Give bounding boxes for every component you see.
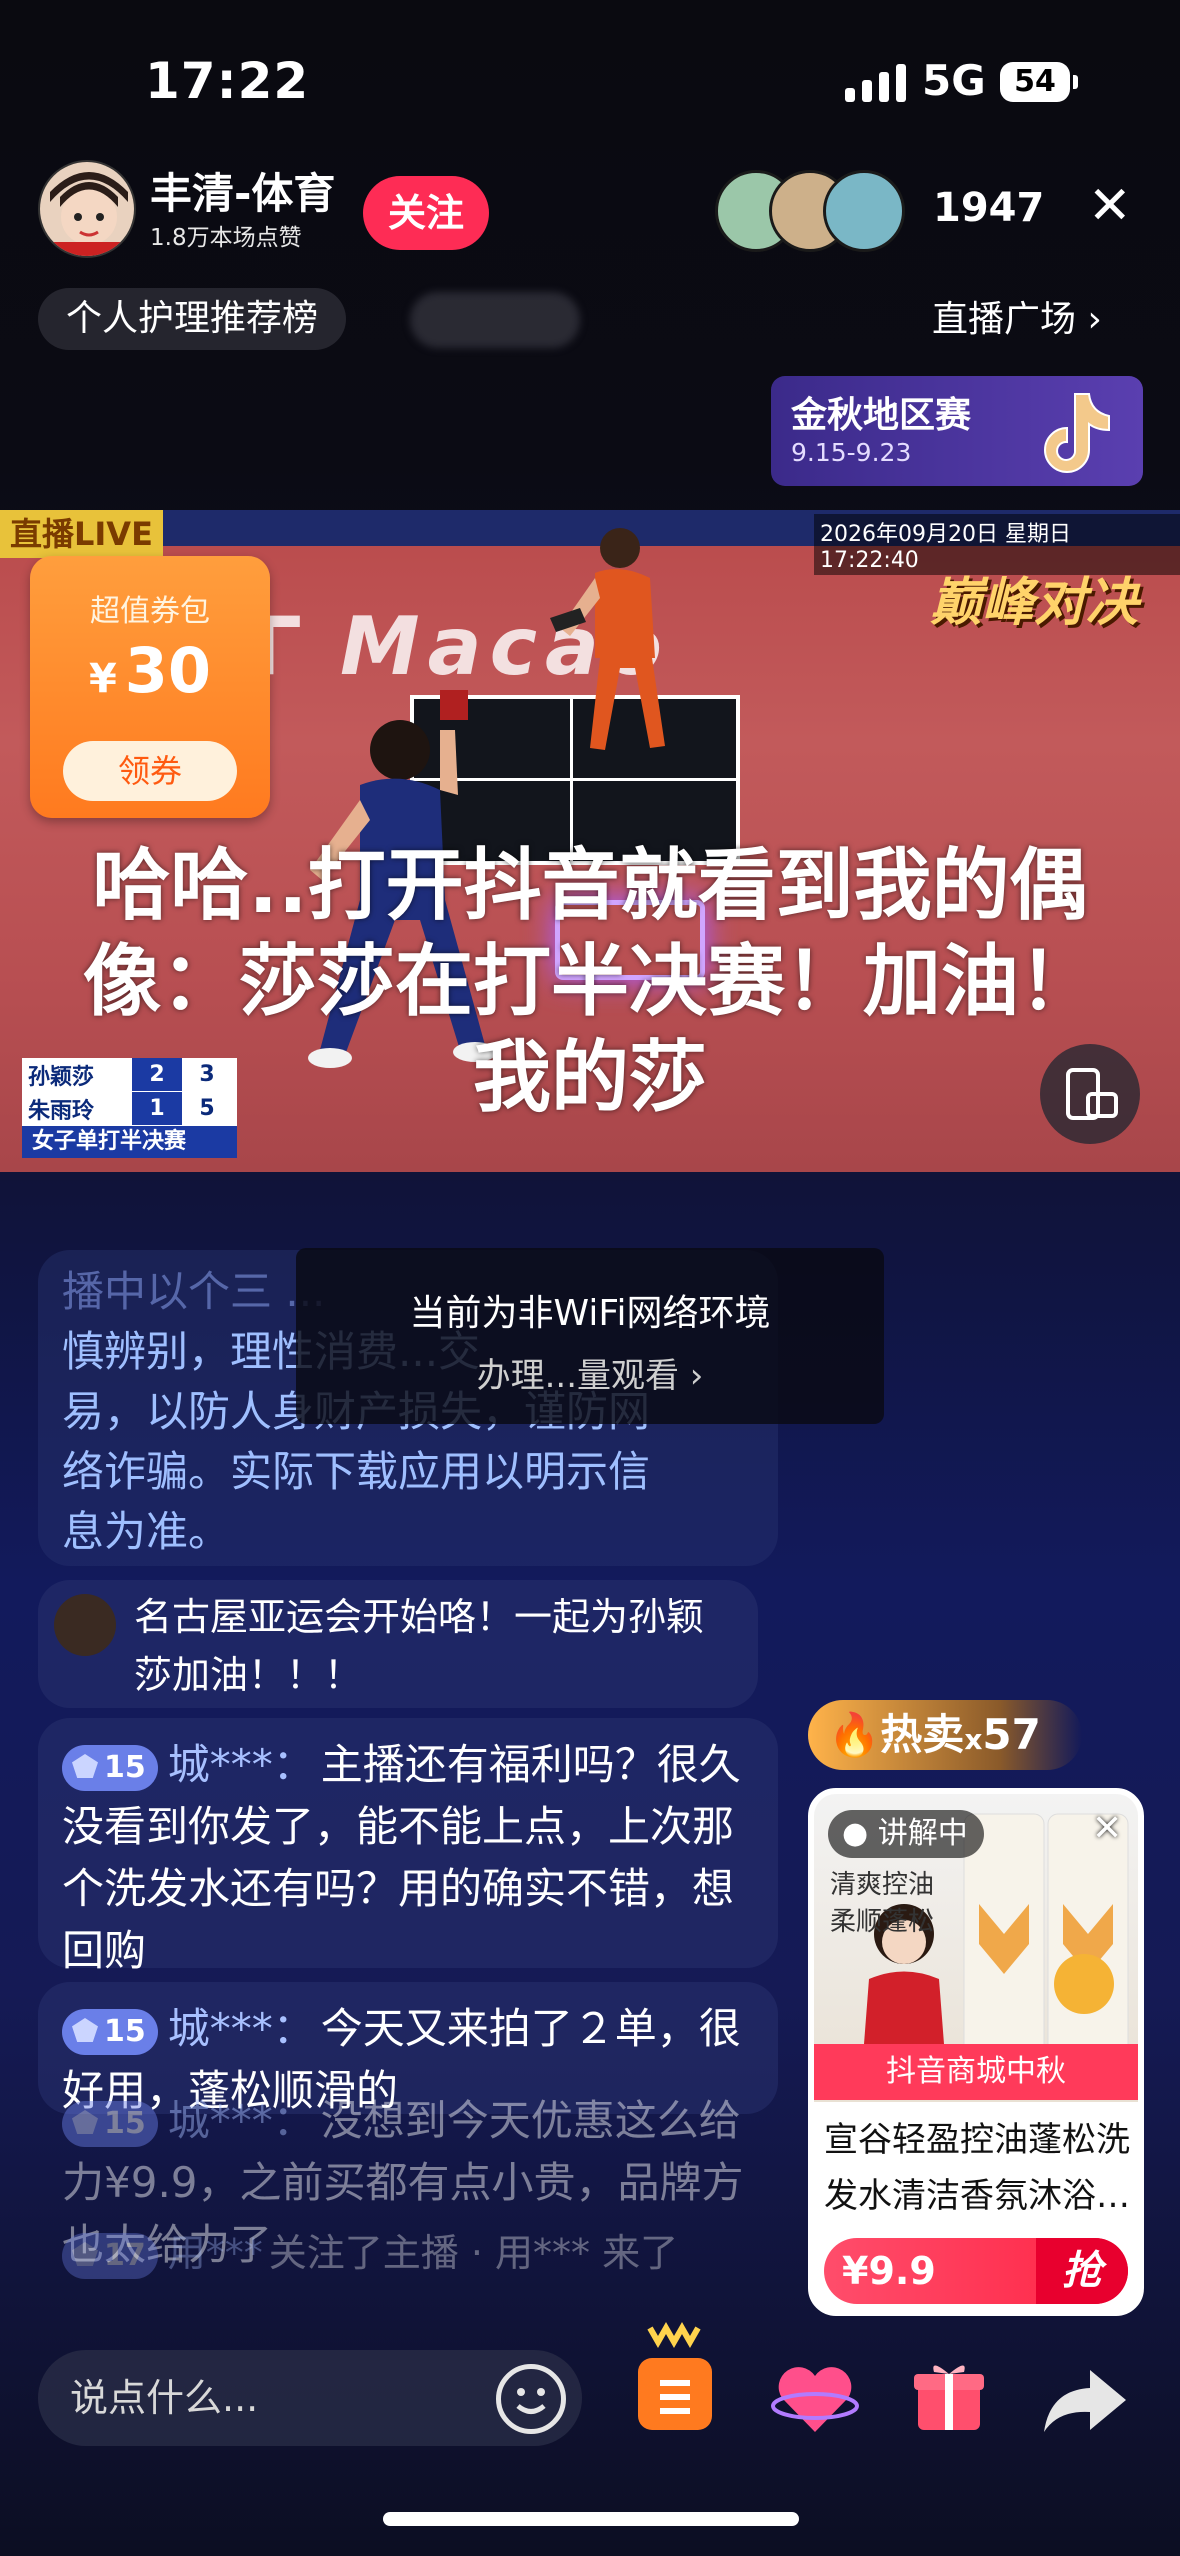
host-name[interactable]: 丰清-体育 <box>150 160 335 221</box>
product-pack-text: 清爽控油 柔顺蓬松 <box>830 1870 935 1937</box>
product-card[interactable]: 清爽控油 柔顺蓬松 ● 讲解中 ✕ 抖音商城中秋 宣谷轻盈控油蓬松洗发水清洁香氛… <box>808 1788 1144 2316</box>
floating-comment: 哈哈..打开抖音就看到我的偶像：莎莎在打半决赛！加油！我的莎 <box>82 841 1097 1123</box>
blurred-chip <box>410 292 580 348</box>
buy-button[interactable]: ¥9.9 抢 <box>824 2238 1128 2304</box>
level-number: 17 <box>104 2237 146 2273</box>
follow-button[interactable]: 关注 <box>363 176 489 250</box>
viewer-count[interactable]: 1947 <box>933 185 1044 231</box>
heart-icon[interactable] <box>770 2354 860 2444</box>
notice-line: 息为准。 <box>62 1507 231 1556</box>
shopping-cart-icon[interactable] <box>620 2318 730 2448</box>
gift-icon[interactable] <box>910 2358 988 2436</box>
level-badge: 15 <box>62 2100 158 2147</box>
explaining-label: 讲解中 <box>877 1816 968 1851</box>
viewer-avatars[interactable] <box>715 170 905 252</box>
mall-tag: 抖音商城中秋 <box>814 2044 1138 2100</box>
level-number: 15 <box>104 2105 146 2141</box>
host-avatar[interactable] <box>38 160 136 258</box>
hot-sale-label: 热卖 <box>880 1710 965 1759</box>
share-icon[interactable] <box>1040 2360 1130 2440</box>
hot-sale-badge: 🔥热卖x57 <box>808 1700 1082 1770</box>
comment-user: 城***： <box>167 2096 315 2145</box>
rank-list-pill[interactable]: 个人护理推荐榜 <box>38 288 347 350</box>
live-tag: 直播LIVE <box>0 510 163 558</box>
host-likes: 1.8万本场点赞 <box>150 225 302 251</box>
host-avatar <box>54 1594 116 1656</box>
peak-duel-logo: 巅峰对决 <box>930 573 1139 633</box>
close-icon[interactable]: ✕ <box>1092 1808 1122 1849</box>
host-message-text: 名古屋亚运会开始咯！一起为孙颖莎加油！！！ <box>134 1595 705 1697</box>
hot-sale-count: 57 <box>982 1710 1041 1759</box>
emoji-icon[interactable] <box>496 2364 566 2434</box>
coupon-pack[interactable]: 超值券包 ¥30 领券 <box>30 556 270 818</box>
gem-icon <box>72 1754 98 1778</box>
signal-icon <box>845 62 906 102</box>
coupon-value: 30 <box>124 634 212 707</box>
rotate-screen-icon[interactable] <box>1040 1044 1140 1144</box>
tiktok-logo-icon <box>1044 393 1110 473</box>
promo-date: 9.15-9.23 <box>791 438 912 467</box>
coupon-title: 超值券包 <box>90 594 210 629</box>
product-price: ¥9.9 <box>842 2249 936 2293</box>
comment-text: 主播还有福利吗？很久没看到你发了，能不能上点，上次那个洗发水还有吗？用的确实不错… <box>62 1740 741 1975</box>
notice-text: 当前为非WiFi网络环境 <box>409 1293 771 1334</box>
level-number: 15 <box>104 1749 146 1785</box>
viewer-avatar <box>823 170 905 252</box>
level-badge: 17 <box>62 2232 158 2279</box>
comment-user: 用*** <box>167 2231 263 2275</box>
comment-placeholder[interactable]: 说点什么... <box>70 2370 258 2426</box>
network-label: 5G <box>922 56 986 105</box>
battery-icon: 54 <box>1000 62 1078 102</box>
comment-user[interactable]: 城***： <box>168 2004 315 2053</box>
claim-coupon-button[interactable]: 领券 <box>63 741 237 801</box>
network-notice[interactable]: 当前为非WiFi网络环境 办理...量观看 › <box>296 1248 884 1424</box>
comment-text: 关注了主播 · 用*** 来了 <box>268 2231 679 2275</box>
host-message: 名古屋亚运会开始咯！一起为孙颖莎加油！！！ <box>38 1580 758 1708</box>
promo-title: 金秋地区赛 <box>791 395 972 436</box>
level-badge: 15 <box>62 2008 158 2055</box>
home-indicator[interactable] <box>383 2512 799 2526</box>
event-label: 女子单打半决赛 <box>22 1126 237 1158</box>
comment[interactable]: 15 城***： 主播还有福利吗？很久没看到你发了，能不能上点，上次那个洗发水还有吗… <box>38 1718 778 1975</box>
gem-icon <box>72 2242 98 2266</box>
currency-symbol: ¥ <box>88 656 117 702</box>
hot-sale-x: x <box>964 1723 983 1756</box>
regional-match-banner[interactable]: 金秋地区赛 9.15-9.23 <box>771 376 1143 486</box>
explaining-tag: ● 讲解中 <box>828 1810 984 1858</box>
comment-user[interactable]: 城***： <box>168 1740 315 1789</box>
level-badge: 15 <box>62 1744 158 1791</box>
close-icon[interactable]: ✕ <box>1088 176 1132 236</box>
live-square-link[interactable]: 直播广场 › <box>932 292 1102 348</box>
gem-icon <box>72 2110 98 2134</box>
coupon-amount: ¥30 <box>30 634 270 707</box>
notice-line: 络诈骗。实际下载应用以明示信 <box>62 1447 651 1496</box>
notice-link[interactable]: 办理...量观看 › <box>296 1348 884 1397</box>
player-far <box>550 528 665 750</box>
comment-faded: 17 用*** 关注了主播 · 用*** 来了 <box>38 2222 778 2279</box>
product-title[interactable]: 宣谷轻盈控油蓬松洗发水清洁香氛沐浴… <box>824 2112 1132 2232</box>
gem-icon <box>72 2018 98 2042</box>
level-number: 15 <box>104 2013 146 2049</box>
grab-button[interactable]: 抢 <box>1036 2238 1128 2304</box>
status-time: 17:22 <box>145 52 310 110</box>
